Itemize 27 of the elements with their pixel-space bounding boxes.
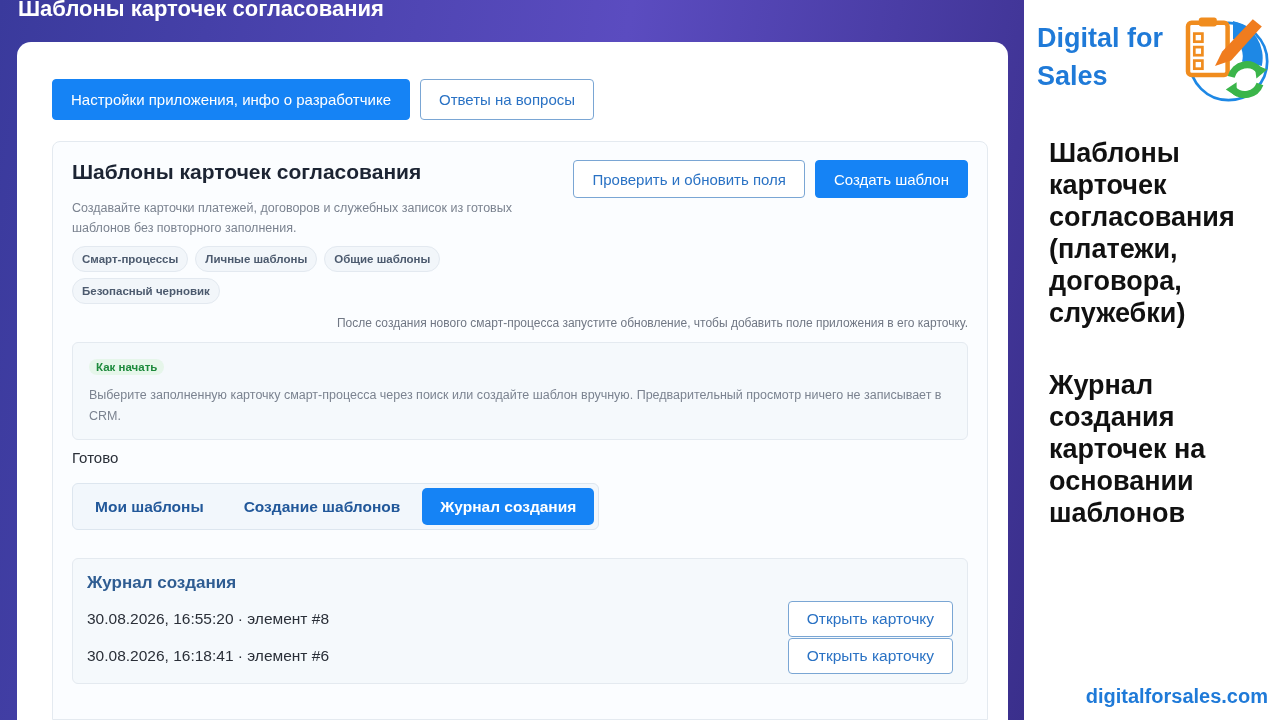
page-title: Шаблоны карточек согласования (17, 0, 385, 23)
settings-button[interactable]: Настройки приложения, инфо о разработчике (52, 79, 410, 120)
feature-tag: Личные шаблоны (195, 246, 318, 272)
faq-button[interactable]: Ответы на вопросы (420, 79, 595, 120)
hint-badge: Как начать (89, 359, 165, 375)
refresh-fields-button[interactable]: Проверить и обновить поля (573, 160, 805, 198)
log-title: Журнал создания (87, 573, 238, 593)
tab[interactable]: Мои шаблоны (77, 488, 222, 525)
promo-text: Шаблоны карточек согласования (платежи, договора, служебки) (1049, 137, 1236, 329)
tab[interactable]: Создание шаблонов (225, 488, 419, 525)
log-entry: 30.08.2026, 16:55:20 · элемент #8 (87, 610, 329, 628)
log-entry: 30.08.2026, 16:18:41 · элемент #6 (87, 647, 329, 665)
brand-name: Digital for Sales (1037, 22, 1164, 93)
create-template-button[interactable]: Создать шаблон (815, 160, 968, 198)
card-description: Создавайте карточки платежей, договоров и служебных записок из готовых шаблонов без повторного заполнения. (72, 200, 513, 237)
open-card-button[interactable]: Открыть карточку (787, 601, 953, 637)
update-note: После создания нового смарт-процесса запустите обновление, чтобы добавить поле приложения в его карточку. (335, 316, 968, 330)
promo-text: Журнал создания карточек на основании шаблонов (1049, 369, 1207, 529)
website-link[interactable]: digitalforsales.com (1049, 685, 1280, 708)
feature-tag: Общие шаблоны (324, 246, 441, 272)
feature-tag: Смарт-процессы (72, 246, 189, 272)
status-text: Готово (72, 449, 120, 466)
hint-text: Выберите заполненную карточку смарт-процесса через поиск или создайте шаблон вручную. Предварительный просмотр ничего не записывает в CRM. (89, 387, 943, 425)
tab[interactable]: Журнал создания (422, 488, 595, 525)
card-title: Шаблоны карточек согласования (72, 160, 423, 184)
open-card-button[interactable]: Открыть карточку (787, 638, 953, 674)
feature-tag: Безопасный черновик (72, 278, 220, 304)
